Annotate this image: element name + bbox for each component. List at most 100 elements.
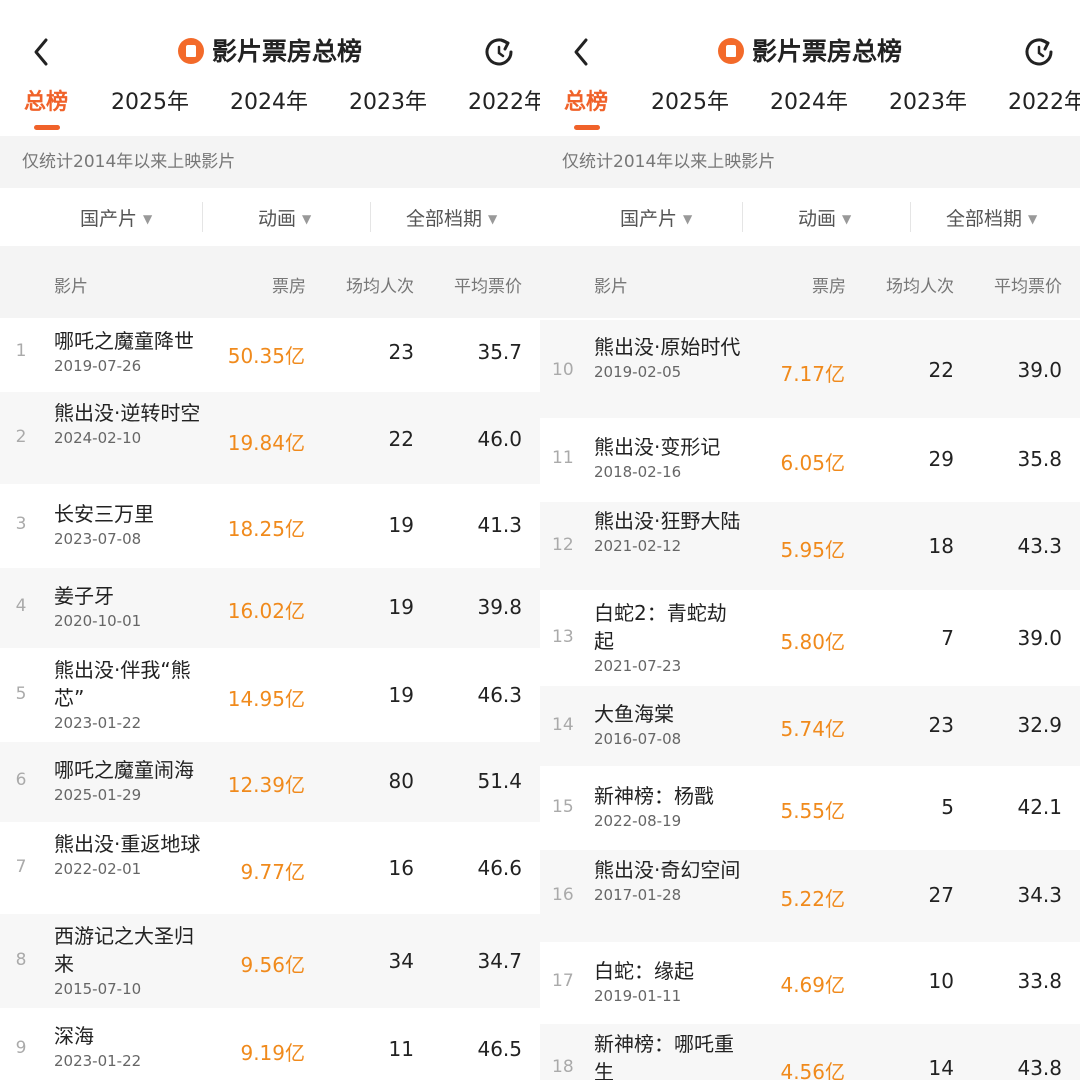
table-row[interactable]: 14 大鱼海棠 2016-07-08 5.74亿 23 32.9 <box>540 686 1080 766</box>
avg-price: 34.7 <box>477 949 522 973</box>
box-office: 14.95亿 <box>227 687 305 711</box>
avg-price: 46.3 <box>477 683 522 707</box>
rank-number: 14 <box>552 715 574 735</box>
table-row[interactable]: 3 长安三万里 2023-07-08 18.25亿 19 41.3 <box>0 484 540 568</box>
table-row[interactable]: 18 新神榜：哪吒重生 4.56亿 14 43.8 <box>540 1024 1080 1080</box>
release-date: 2022-08-19 <box>594 812 682 830</box>
filter-genre[interactable]: 动画 ▼ <box>798 204 851 231</box>
avg-price: 43.8 <box>1017 1056 1062 1080</box>
filter-genre[interactable]: 动画 ▼ <box>258 204 311 231</box>
nav-header: 影片票房总榜 <box>0 0 540 80</box>
film-name: 白蛇：缘起 <box>594 959 694 983</box>
avg-attendance: 18 <box>928 534 954 558</box>
table-row[interactable]: 13 白蛇2：青蛇劫起 2021-07-23 5.80亿 7 39.0 <box>540 590 1080 686</box>
nav-header: 影片票房总榜 <box>540 0 1080 80</box>
avg-attendance: 27 <box>928 883 954 907</box>
filter-bar: 国产片 ▼ 动画 ▼ 全部档期 ▼ <box>540 188 1080 246</box>
tab-2025[interactable]: 2025年 <box>111 88 189 118</box>
rank-number: 3 <box>15 514 27 534</box>
tab-2025[interactable]: 2025年 <box>651 88 729 118</box>
col-film: 影片 <box>594 277 628 297</box>
filter-region-label: 国产片 <box>80 208 138 230</box>
filter-genre-label: 动画 <box>798 208 837 230</box>
release-date: 2024-02-10 <box>54 429 142 447</box>
rank-number: 12 <box>552 535 574 555</box>
rank-number: 1 <box>15 341 27 361</box>
refresh-icon <box>485 38 513 66</box>
table-row[interactable]: 7 熊出没·重返地球 2022-02-01 9.77亿 16 46.6 <box>0 822 540 914</box>
avg-price: 46.0 <box>477 427 522 451</box>
col-avg-attendance[interactable]: 场均人次 <box>886 272 954 297</box>
tab-2024[interactable]: 2024年 <box>770 88 848 118</box>
tab-2024[interactable]: 2024年 <box>230 88 308 118</box>
filter-region[interactable]: 国产片 ▼ <box>80 204 152 231</box>
filter-schedule[interactable]: 全部档期 ▼ <box>946 204 1037 231</box>
rank-number: 5 <box>15 684 27 704</box>
tab-2022[interactable]: 2022年 <box>468 88 540 118</box>
avg-attendance: 11 <box>388 1037 414 1061</box>
year-tabs: 总榜 2025年 2024年 2023年 2022年 <box>540 80 1080 136</box>
avg-price: 33.8 <box>1017 969 1062 993</box>
rank-number: 18 <box>552 1057 574 1077</box>
table-row[interactable]: 17 白蛇：缘起 2019-01-11 4.69亿 10 33.8 <box>540 942 1080 1024</box>
table-row[interactable]: 10 熊出没·原始时代 2019-02-05 7.17亿 22 39.0 <box>540 320 1080 418</box>
refresh-button[interactable] <box>482 35 516 69</box>
rank-number: 13 <box>552 627 574 647</box>
release-date: 2021-07-23 <box>594 657 682 675</box>
film-name: 熊出没·伴我“熊芯” <box>54 658 191 710</box>
table-row[interactable]: 15 新神榜：杨戬 2022-08-19 5.55亿 5 42.1 <box>540 766 1080 850</box>
film-name: 熊出没·变形记 <box>594 435 721 459</box>
box-office: 4.56亿 <box>780 1060 845 1080</box>
col-avg-price[interactable]: 平均票价 <box>454 272 522 297</box>
film-info: 长安三万里 2023-07-08 <box>54 500 204 550</box>
caret-down-icon: ▼ <box>302 212 312 226</box>
avg-attendance: 7 <box>941 626 954 650</box>
table-row[interactable]: 5 熊出没·伴我“熊芯” 2023-01-22 14.95亿 19 46.3 <box>0 648 540 742</box>
table-row[interactable]: 4 姜子牙 2020-10-01 16.02亿 19 39.8 <box>0 568 540 648</box>
tab-2023[interactable]: 2023年 <box>349 88 427 118</box>
ranking-panel-right: 影片票房总榜 总榜 2025年 2024年 2023年 2022年 仅统计201… <box>540 0 1080 1080</box>
avg-attendance: 14 <box>928 1056 954 1080</box>
col-avg-price[interactable]: 平均票价 <box>994 272 1062 297</box>
col-avg-attendance[interactable]: 场均人次 <box>346 272 414 297</box>
rank-number: 2 <box>15 427 27 447</box>
avg-price: 46.5 <box>477 1037 522 1061</box>
tab-2023[interactable]: 2023年 <box>889 88 967 118</box>
col-box-office[interactable]: 票房 <box>812 272 846 297</box>
avg-attendance: 19 <box>388 513 414 537</box>
table-row[interactable]: 8 西游记之大圣归来 2015-07-10 9.56亿 34 34.7 <box>0 914 540 1008</box>
release-date: 2018-02-16 <box>594 463 682 481</box>
table-row[interactable]: 11 熊出没·变形记 2018-02-16 6.05亿 29 35.8 <box>540 418 1080 502</box>
table-row[interactable]: 12 熊出没·狂野大陆 2021-02-12 5.95亿 18 43.3 <box>540 502 1080 590</box>
rank-number: 10 <box>552 360 574 380</box>
tab-total[interactable]: 总榜 <box>24 88 68 130</box>
refresh-button[interactable] <box>1022 35 1056 69</box>
film-name: 西游记之大圣归来 <box>54 924 194 976</box>
table-row[interactable]: 1 哪吒之魔童降世 2019-07-26 50.35亿 23 35.7 <box>0 320 540 392</box>
film-name: 哪吒之魔童闹海 <box>54 758 194 782</box>
filter-region[interactable]: 国产片 ▼ <box>620 204 692 231</box>
box-office: 9.19亿 <box>240 1041 305 1065</box>
film-info: 哪吒之魔童降世 2019-07-26 <box>54 327 204 377</box>
film-info: 姜子牙 2020-10-01 <box>54 582 204 632</box>
page-title-text: 影片票房总榜 <box>751 37 902 66</box>
tab-total[interactable]: 总榜 <box>564 88 608 130</box>
table-row[interactable]: 2 熊出没·逆转时空 2024-02-10 19.84亿 22 46.0 <box>0 392 540 484</box>
filter-schedule[interactable]: 全部档期 ▼ <box>406 204 497 231</box>
avg-price: 35.7 <box>477 340 522 364</box>
avg-price: 32.9 <box>1017 713 1062 737</box>
film-info: 深海 2023-01-22 <box>54 1022 204 1072</box>
box-office: 9.56亿 <box>240 953 305 977</box>
box-office: 5.55亿 <box>780 799 845 823</box>
avg-attendance: 22 <box>928 358 954 382</box>
box-office: 12.39亿 <box>227 773 305 797</box>
tab-2022[interactable]: 2022年 <box>1008 88 1080 118</box>
table-row[interactable]: 9 深海 2023-01-22 9.19亿 11 46.5 <box>0 1008 540 1080</box>
column-header: 影片 票房 场均人次 平均票价 <box>0 246 540 318</box>
avg-price: 39.0 <box>1017 358 1062 382</box>
col-box-office[interactable]: 票房 <box>272 272 306 297</box>
table-row[interactable]: 6 哪吒之魔童闹海 2025-01-29 12.39亿 80 51.4 <box>0 742 540 822</box>
film-info: 熊出没·狂野大陆 2021-02-12 <box>594 507 744 557</box>
table-row[interactable]: 16 熊出没·奇幻空间 2017-01-28 5.22亿 27 34.3 <box>540 850 1080 942</box>
app-logo-icon <box>717 38 744 64</box>
